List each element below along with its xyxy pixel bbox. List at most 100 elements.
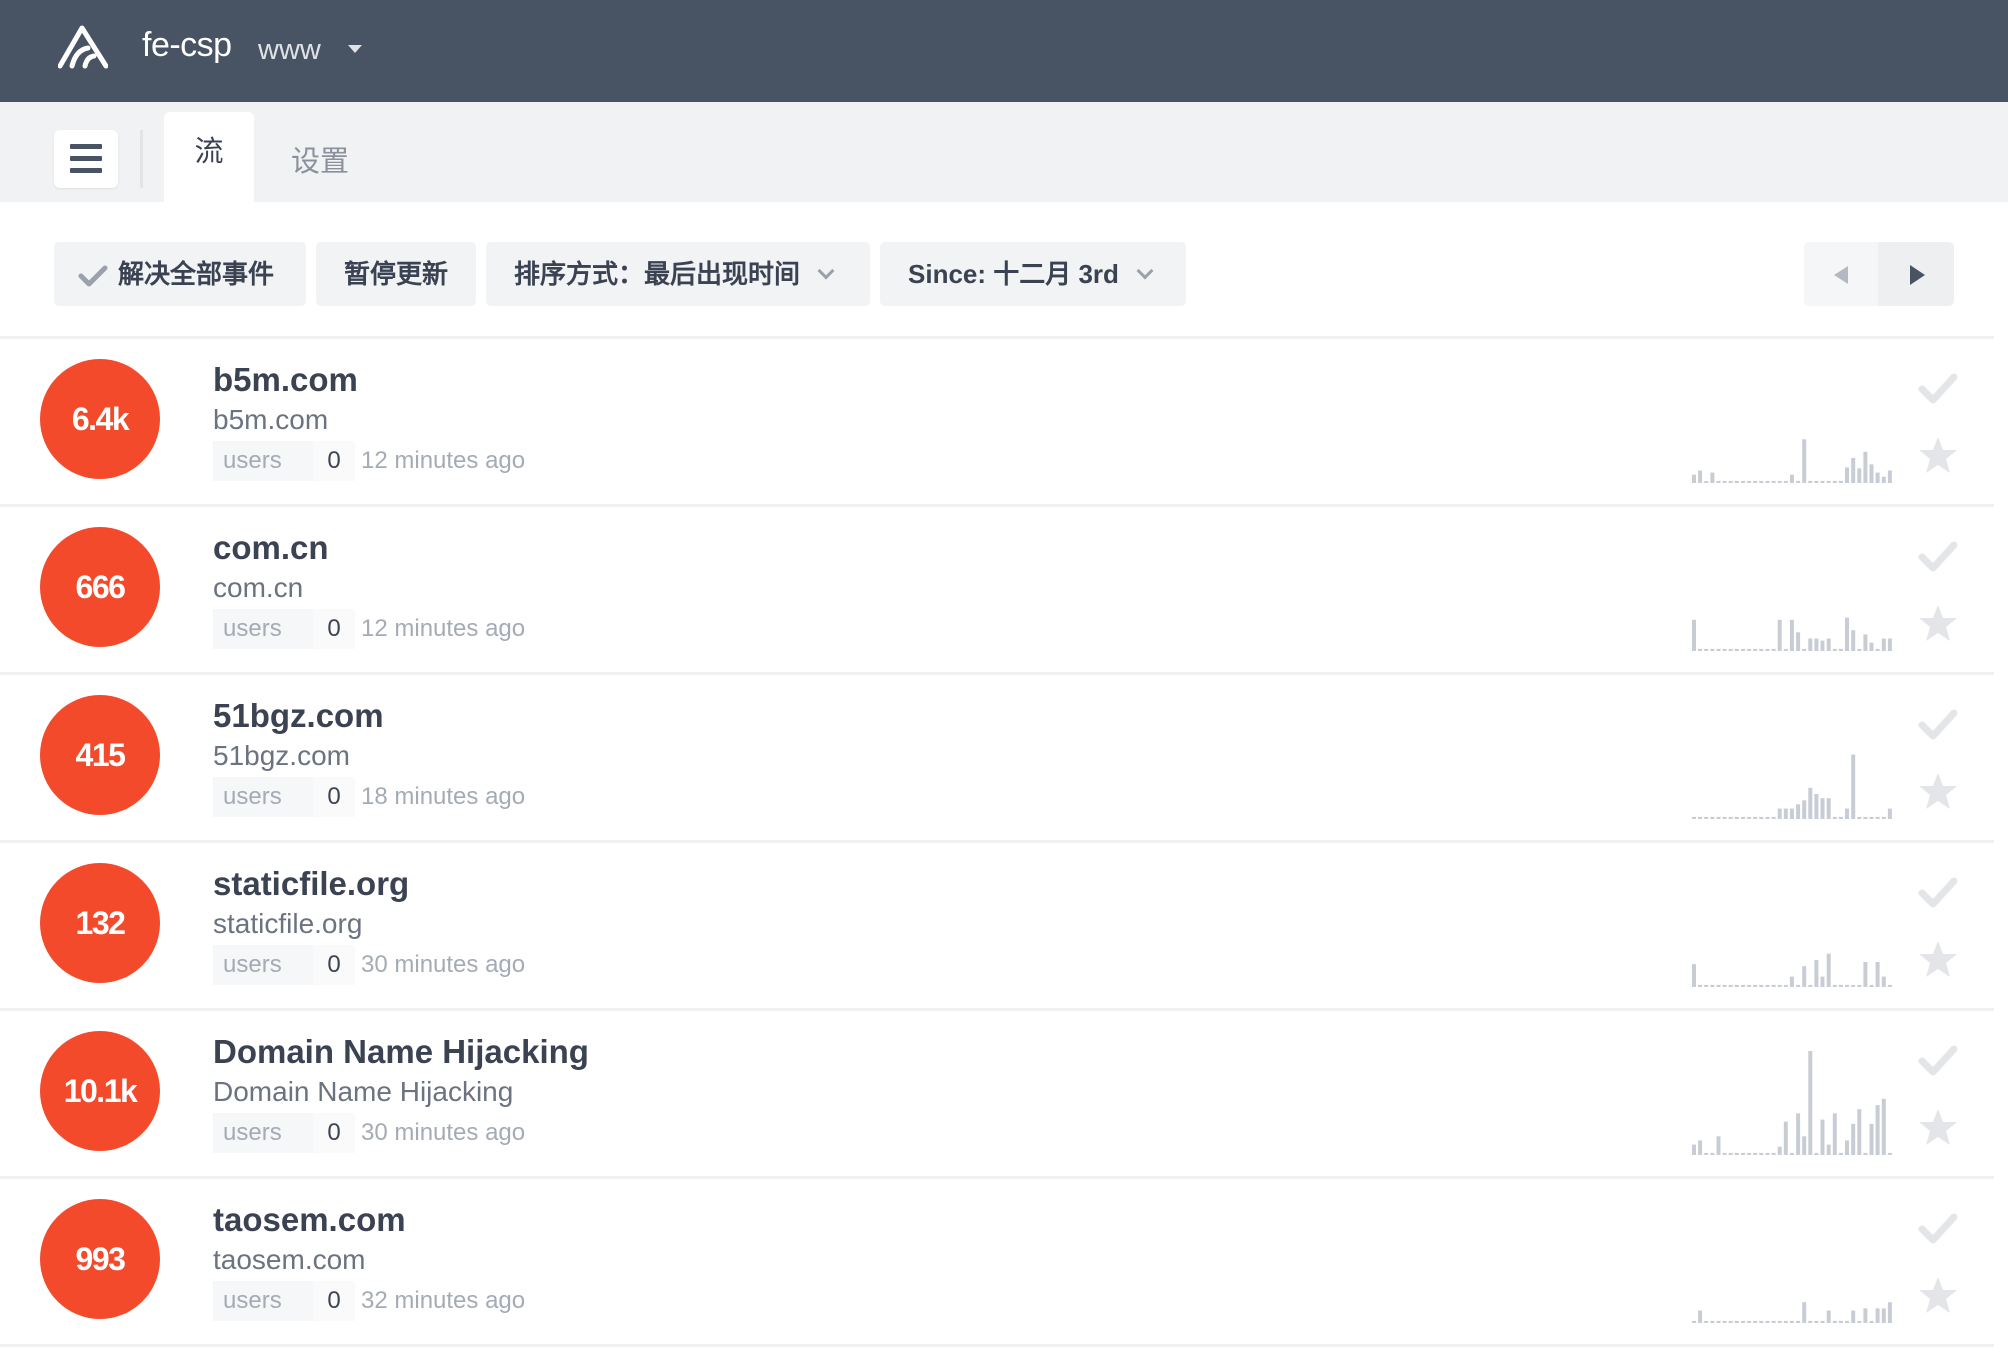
sparkline-bar: [1765, 648, 1770, 651]
issue-title[interactable]: Domain Name Hijacking: [213, 1033, 589, 1071]
sparkline-bar: [1826, 1144, 1831, 1155]
resolve-all-button[interactable]: 解决全部事件: [54, 242, 306, 306]
sparkline-bar: [1826, 638, 1831, 651]
resolve-check-icon[interactable]: [1918, 539, 1958, 573]
sparkline-bar: [1753, 816, 1758, 819]
issue-subtitle: taosem.com: [213, 1244, 366, 1275]
sparkline-bar: [1765, 984, 1770, 987]
divider: [140, 130, 143, 188]
bookmark-star-icon[interactable]: [1918, 1275, 1958, 1315]
sparkline-bar: [1747, 984, 1752, 987]
resolve-check-icon[interactable]: [1918, 1211, 1958, 1245]
sparkline-bar: [1857, 648, 1862, 651]
issue-title[interactable]: b5m.com: [213, 361, 358, 399]
sparkline-bar: [1796, 480, 1801, 483]
sparkline-bar: [1747, 648, 1752, 651]
bookmark-star-icon[interactable]: [1918, 1107, 1958, 1147]
sort-dropdown[interactable]: 排序方式：最后出现时间: [486, 242, 870, 306]
pause-updates-label: 暂停更新: [344, 259, 449, 289]
sparkline-bar: [1863, 1152, 1868, 1155]
sparkline-bar: [1802, 1136, 1807, 1155]
sparkline-bar: [1857, 468, 1862, 483]
sparkline-bar: [1875, 816, 1880, 819]
sparkline-bar: [1698, 816, 1703, 819]
sparkline-bar: [1710, 984, 1715, 987]
sparkline-bar: [1869, 1320, 1874, 1323]
resolve-check-icon[interactable]: [1918, 1043, 1958, 1077]
event-count-badge: 415: [40, 695, 160, 815]
sparkline-bar: [1838, 1320, 1843, 1323]
sparkline-bar: [1814, 794, 1819, 819]
issue-row[interactable]: 6.4k b5m.com b5m.com users 0 12 minutes …: [0, 339, 1994, 507]
issue-title[interactable]: com.cn: [213, 529, 329, 567]
sparkline-bar: [1722, 1320, 1727, 1323]
sparkline-bar: [1887, 984, 1892, 987]
sparkline-bar: [1789, 474, 1794, 483]
issue-row[interactable]: 10.1k Domain Name Hijacking Domain Name …: [0, 1011, 1994, 1179]
sparkline-bar: [1832, 984, 1837, 987]
since-dropdown[interactable]: Since: 十二月 3rd: [880, 242, 1186, 306]
sparkline-bar: [1704, 1320, 1709, 1323]
sparkline-bar: [1838, 1152, 1843, 1155]
bookmark-star-icon[interactable]: [1918, 603, 1958, 643]
sparkline-bar: [1881, 816, 1886, 819]
sparkline-bar: [1863, 962, 1868, 987]
issue-row[interactable]: 415 51bgz.com 51bgz.com users 0 18 minut…: [0, 675, 1994, 843]
sparkline-bar: [1814, 1152, 1819, 1155]
sparkline-bar: [1692, 474, 1696, 483]
sidebar-toggle-button[interactable]: [54, 130, 118, 188]
sparkline-bar: [1777, 619, 1782, 651]
issue-title[interactable]: 51bgz.com: [213, 697, 384, 735]
sparkline-bar: [1875, 1105, 1880, 1155]
issue-title[interactable]: staticfile.org: [213, 865, 409, 903]
resolve-check-icon[interactable]: [1918, 371, 1958, 405]
sparkline-bar: [1783, 1320, 1788, 1323]
bookmark-star-icon[interactable]: [1918, 435, 1958, 475]
bookmark-star-icon[interactable]: [1918, 771, 1958, 811]
sparkline-bar: [1771, 816, 1776, 819]
sparkline-bar: [1704, 481, 1709, 483]
sparkline-bar: [1863, 816, 1868, 819]
next-page-button[interactable]: [1878, 242, 1954, 306]
sparkline-bar: [1728, 1320, 1733, 1323]
tab-settings[interactable]: 设置: [270, 112, 370, 202]
bookmark-star-icon[interactable]: [1918, 939, 1958, 979]
issue-subtitle: Domain Name Hijacking: [213, 1076, 514, 1107]
project-selector[interactable]: www: [258, 34, 321, 67]
next-page-icon: [1910, 265, 1925, 285]
sparkline-bar: [1808, 984, 1813, 987]
last-seen-time: 32 minutes ago: [361, 1287, 526, 1314]
event-sparkline: [1692, 754, 1892, 819]
hamburger-menu-icon: [70, 156, 102, 161]
previous-page-button[interactable]: [1804, 242, 1878, 306]
sparkline-bar: [1765, 1152, 1770, 1155]
sparkline-bar: [1783, 984, 1788, 987]
sparkline-bar: [1851, 630, 1856, 651]
sentry-logo-icon[interactable]: [58, 24, 108, 70]
sparkline-bar: [1887, 1152, 1892, 1155]
sparkline-bar: [1808, 638, 1813, 651]
tab-stream[interactable]: 流: [164, 112, 254, 202]
pause-updates-button[interactable]: 暂停更新: [316, 242, 476, 306]
sparkline-bar: [1869, 984, 1874, 987]
resolve-check-icon[interactable]: [1918, 875, 1958, 909]
issue-row[interactable]: 666 com.cn com.cn users 0 12 minutes ago: [0, 507, 1994, 675]
organization-name[interactable]: fe-csp: [142, 26, 232, 65]
issue-row[interactable]: 132 staticfile.org staticfile.org users …: [0, 843, 1994, 1011]
sparkline-bar: [1851, 458, 1856, 483]
sparkline-bar: [1704, 1152, 1709, 1155]
sparkline-bar: [1741, 984, 1745, 987]
issue-row[interactable]: 993 taosem.com taosem.com users 0 32 min…: [0, 1179, 1994, 1347]
sparkline-bar: [1734, 1320, 1739, 1323]
sparkline-bar: [1796, 632, 1801, 651]
sparkline-bar: [1863, 634, 1868, 651]
caret-down-icon[interactable]: [348, 45, 362, 53]
sparkline-bar: [1796, 1113, 1801, 1155]
resolve-check-icon[interactable]: [1918, 707, 1958, 741]
issue-title[interactable]: taosem.com: [213, 1201, 406, 1239]
sparkline-bar: [1838, 648, 1843, 651]
users-count: 0: [313, 777, 355, 817]
sparkline-bar: [1734, 480, 1739, 483]
users-count: 0: [313, 441, 355, 481]
sparkline-bar: [1710, 1152, 1715, 1155]
